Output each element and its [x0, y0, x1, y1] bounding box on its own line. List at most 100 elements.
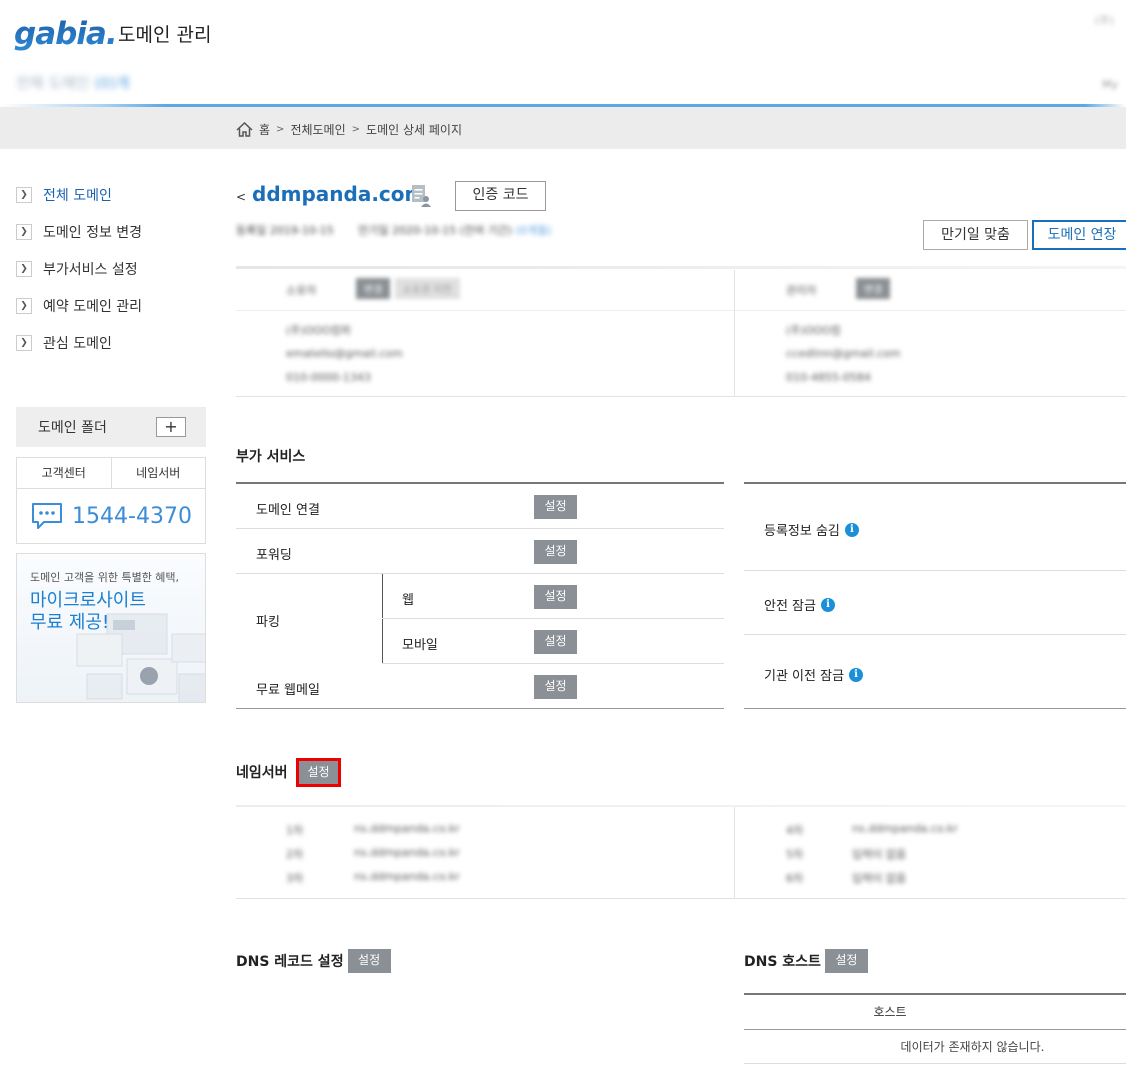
- chevron-right-icon: ❯: [16, 297, 32, 314]
- expiration-date: 만기일 2020-10-15 (잔여 기간): [358, 224, 513, 237]
- nameserver-set-highlight: 설정: [296, 758, 341, 787]
- service-label-parking: 파킹: [256, 615, 280, 630]
- registration-info: 등록일 2019-10-15 만기일 2020-10-15 (잔여 기간) (0…: [236, 222, 551, 238]
- dns-record-section: DNS 레코드 설정 설정: [236, 949, 391, 973]
- domain-folder-label: 도메인 폴더: [38, 420, 107, 436]
- ns-value: 입력이 없음: [852, 872, 907, 885]
- dns-host-table: 호스트 데이터가 존재하지 않습니다.: [744, 993, 1126, 1064]
- admin-label: 관리자: [786, 284, 817, 297]
- user-name[interactable]: (주): [1095, 12, 1114, 28]
- document-user-icon[interactable]: [410, 184, 432, 212]
- contacts-divider: [734, 270, 735, 396]
- svg-text:gabia.: gabia.: [14, 16, 114, 52]
- breadcrumb: 홈 > 전체도메인 > 도메인 상세 페이지: [236, 121, 462, 138]
- home-icon[interactable]: [236, 122, 253, 137]
- remaining-period: (0개월): [515, 224, 552, 237]
- sidebar-item-label: 부가서비스 설정: [43, 261, 138, 278]
- breadcrumb-sep: >: [276, 124, 285, 135]
- owner-change-button[interactable]: 변경: [356, 278, 391, 299]
- ns-key: 5차: [786, 848, 804, 861]
- admin-phone: 010-4855-0584: [786, 371, 871, 384]
- tab-nameserver[interactable]: 네임서버: [110, 458, 206, 488]
- sub-title-count: (0)개: [94, 74, 130, 92]
- lock-row-transfer-lock: 기관 이전 잠금 i: [744, 635, 1126, 710]
- ns-value: ns.ddmpanda.co.kr: [354, 870, 460, 883]
- nameserver-divider: [734, 807, 735, 899]
- domain-link-set-button[interactable]: 설정: [534, 495, 577, 519]
- ns-key: 4차: [786, 824, 804, 837]
- ns-value: ns.ddmpanda.co.kr: [354, 822, 460, 835]
- sidebar-item-label: 관심 도메인: [43, 335, 112, 352]
- webmail-set-button[interactable]: 설정: [534, 675, 577, 699]
- service-label: 웹: [402, 593, 414, 608]
- sidebar-nav: ❯ 전체 도메인 ❯ 도메인 정보 변경 ❯ 부가서비스 설정 ❯ 예약 도메인…: [16, 176, 206, 361]
- chevron-right-icon: ❯: [16, 334, 32, 351]
- promo-title: 마이크로사이트 무료 제공!: [30, 590, 146, 633]
- auth-code-button[interactable]: 인증 코드: [455, 181, 546, 211]
- expire-match-button[interactable]: 만기일 맞춤: [923, 220, 1028, 250]
- sidebar-item-addon-services[interactable]: ❯ 부가서비스 설정: [16, 250, 206, 287]
- nameserver-title: 네임서버: [236, 765, 288, 781]
- add-folder-button[interactable]: +: [156, 417, 186, 437]
- ns-value: ns.ddmpanda.co.kr: [354, 846, 460, 859]
- sidebar-item-all-domains[interactable]: ❯ 전체 도메인: [16, 176, 206, 213]
- sub-title: 전체 도메인 (0)개: [16, 72, 130, 93]
- addon-services-title: 부가 서비스: [236, 449, 306, 465]
- nameserver-set-button[interactable]: 설정: [299, 761, 338, 784]
- tab-customer-center[interactable]: 고객센터: [17, 458, 111, 488]
- cs-phone: 1544-4370: [17, 489, 205, 543]
- lock-label: 등록정보 숨김: [764, 524, 840, 539]
- sub-title-text: 전체 도메인: [16, 74, 90, 92]
- service-row-webmail: 무료 웹메일 설정: [236, 664, 724, 709]
- ns-key: 6차: [786, 872, 804, 885]
- renew-domain-button[interactable]: 도메인 연장: [1032, 220, 1126, 250]
- admin-change-button[interactable]: 변경: [856, 278, 891, 299]
- admin-buttons: 변경: [856, 278, 891, 299]
- owner-name: (주)OOO컴퍼: [286, 324, 351, 337]
- phone-number: 1544-4370: [72, 503, 192, 529]
- back-button[interactable]: <: [236, 190, 246, 204]
- info-icon[interactable]: i: [844, 522, 859, 537]
- ns-key: 1차: [286, 824, 304, 837]
- dns-record-set-button[interactable]: 설정: [347, 949, 391, 973]
- service-label: 무료 웹메일: [256, 683, 320, 698]
- nameserver-top-border: [236, 805, 1126, 807]
- admin-name: (주)OOO컴: [786, 324, 841, 337]
- owner-label: 소유자: [286, 284, 317, 297]
- lock-label: 기관 이전 잠금: [764, 669, 845, 684]
- sidebar-item-watchlist[interactable]: ❯ 관심 도메인: [16, 324, 206, 361]
- sidebar-item-reserved-domains[interactable]: ❯ 예약 도메인 관리: [16, 287, 206, 324]
- lock-row-safe-lock: 안전 잠금 i: [744, 571, 1126, 635]
- sidebar-item-domain-info[interactable]: ❯ 도메인 정보 변경: [16, 213, 206, 250]
- forwarding-set-button[interactable]: 설정: [534, 540, 577, 564]
- service-row-parking-mobile: 모바일 설정: [382, 619, 724, 664]
- breadcrumb-current: 도메인 상세 페이지: [366, 123, 462, 137]
- parking-mobile-set-button[interactable]: 설정: [534, 630, 577, 654]
- dns-host-set-button[interactable]: 설정: [824, 949, 868, 973]
- empty-message: 데이터가 존재하지 않습니다.: [744, 1030, 1126, 1064]
- dns-host-section: DNS 호스트 설정: [744, 949, 868, 973]
- domain-folder: 도메인 폴더 +: [16, 407, 206, 447]
- owner-buttons: 변경 소유권 이전: [356, 278, 460, 299]
- breadcrumb-all-domains[interactable]: 전체도메인: [290, 121, 345, 138]
- ns-value: 입력이 없음: [852, 848, 907, 861]
- parking-web-set-button[interactable]: 설정: [534, 585, 577, 609]
- owner-email: ematello@gmail.com: [286, 347, 403, 360]
- chevron-right-icon: ❯: [16, 260, 32, 277]
- service-label: 포워딩: [256, 548, 292, 563]
- owner-transfer-button[interactable]: 소유권 이전: [394, 278, 460, 299]
- info-icon[interactable]: i: [820, 597, 835, 612]
- chat-bubble-icon: [32, 503, 63, 529]
- admin-email: ccedlinn@gmail.com: [786, 347, 901, 360]
- contacts-header-line: [236, 310, 1126, 311]
- sidebar-item-label: 전체 도메인: [43, 187, 112, 204]
- breadcrumb-bar: [0, 107, 1126, 149]
- service-row-forwarding: 포워딩 설정: [236, 529, 724, 574]
- breadcrumb-home[interactable]: 홈: [259, 121, 270, 138]
- host-column-header: 호스트: [744, 995, 1126, 1030]
- my-menu[interactable]: My: [1102, 78, 1118, 91]
- breadcrumb-sep: >: [351, 124, 361, 135]
- info-icon[interactable]: i: [849, 667, 864, 682]
- gabia-logo[interactable]: gabia.: [14, 14, 118, 54]
- microsite-promo-banner[interactable]: 도메인 고객을 위한 특별한 혜택, 마이크로사이트 무료 제공!: [16, 553, 206, 703]
